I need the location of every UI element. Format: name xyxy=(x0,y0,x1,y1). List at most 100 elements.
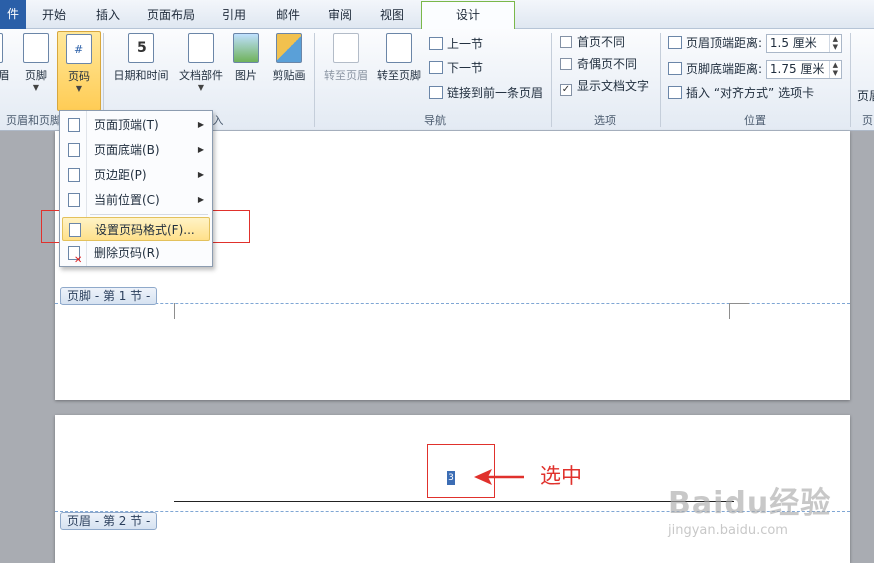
tab-home[interactable]: 开始 xyxy=(32,5,76,29)
footer-distance-icon xyxy=(668,62,682,75)
footer-icon xyxy=(23,33,49,63)
quick-parts-button[interactable]: 文档部件 ▼ xyxy=(175,31,227,111)
group-divider xyxy=(314,33,315,127)
prev-section-button[interactable]: 上一节 xyxy=(429,34,483,54)
tab-mailings[interactable]: 邮件 xyxy=(266,5,310,29)
link-to-previous-button[interactable]: 链接到前一条页眉 xyxy=(429,83,543,103)
group-label-navigation: 导航 xyxy=(424,114,446,127)
first-page-checkbox[interactable]: 首页不同 xyxy=(560,32,625,52)
goto-footer-label: 转至页脚 xyxy=(377,69,421,82)
group-label-options: 选项 xyxy=(594,114,616,127)
footer-button[interactable]: 页脚 ▼ xyxy=(14,31,58,111)
header-icon xyxy=(0,33,3,63)
page-number-button[interactable]: # 页码 ▼ xyxy=(57,31,101,111)
goto-header-button[interactable]: 转至页眉 xyxy=(320,31,372,111)
header-distance-input[interactable]: 1.5 厘米 ▲ ▼ xyxy=(765,34,842,53)
prev-section-icon xyxy=(429,37,443,50)
margin-corner-mark xyxy=(729,303,730,319)
close-header-footer-button-cut[interactable]: 页眉 xyxy=(857,86,874,106)
header-button[interactable]: 眉 xyxy=(0,31,10,111)
goto-header-label: 转至页眉 xyxy=(324,69,368,82)
tab-review[interactable]: 审阅 xyxy=(318,5,362,29)
date-time-label: 日期和时间 xyxy=(113,69,169,82)
menu-item-bottom-of-page[interactable]: 页面底端(B) ▶ xyxy=(62,138,210,162)
menu-item-format-page-numbers[interactable]: 设置页码格式(F)... xyxy=(62,217,210,241)
chevron-down-icon: ▼ xyxy=(32,83,40,92)
clip-art-label: 剪贴画 xyxy=(272,69,306,82)
header-rule-line xyxy=(174,501,734,502)
calendar-icon: 5 xyxy=(128,33,154,63)
group-divider xyxy=(660,33,661,127)
picture-icon xyxy=(233,33,259,63)
margin-corner-mark xyxy=(174,303,175,319)
menu-item-page-margins[interactable]: 页边距(P) ▶ xyxy=(62,163,210,187)
chevron-down-icon: ▼ xyxy=(75,84,83,93)
tab-view[interactable]: 视图 xyxy=(370,5,414,29)
goto-footer-icon xyxy=(386,33,412,63)
group-label-position: 位置 xyxy=(744,114,766,127)
menu-divider xyxy=(90,214,208,215)
chevron-down-icon: ▼ xyxy=(197,83,205,92)
menu-item-remove-page-numbers[interactable]: ✕ 删除页码(R) xyxy=(62,241,210,266)
page-number-label: 页码 xyxy=(68,70,90,83)
quick-parts-label: 文档部件 xyxy=(179,69,223,82)
submenu-arrow-icon: ▶ xyxy=(197,170,204,179)
checkbox-box xyxy=(560,36,572,48)
page-number-dropdown-menu: 页面顶端(T) ▶ 页面底端(B) ▶ 页边距(P) ▶ 当前位置(C) ▶ 设置页码格… xyxy=(59,110,213,267)
quick-parts-icon xyxy=(188,33,214,63)
baidu-logo: Baidu经验 xyxy=(668,486,832,521)
group-divider xyxy=(551,33,552,127)
next-section-button[interactable]: 下一节 xyxy=(429,58,483,78)
group-label-header-footer: 页眉和页脚 xyxy=(6,114,61,127)
red-arrow-icon xyxy=(474,469,524,485)
goto-header-icon xyxy=(333,33,359,63)
remove-page-number-icon: ✕ xyxy=(68,246,82,266)
footer-section-tag: 页脚 - 第 1 节 - xyxy=(60,287,158,305)
submenu-arrow-icon: ▶ xyxy=(197,145,204,154)
insert-align-tab-button[interactable]: 插入 “对齐方式” 选项卡 xyxy=(668,83,814,103)
submenu-arrow-icon: ▶ xyxy=(197,120,204,129)
submenu-arrow-icon: ▶ xyxy=(197,195,204,204)
odd-even-checkbox[interactable]: 奇偶页不同 xyxy=(560,54,637,74)
spinner-arrows-icon[interactable]: ▲ ▼ xyxy=(828,61,841,78)
menu-item-top-of-page[interactable]: 页面顶端(T) ▶ xyxy=(62,113,210,137)
format-page-number-icon xyxy=(69,223,81,237)
tab-insert[interactable]: 插入 xyxy=(86,5,130,29)
header-section-tag: 页眉 - 第 2 节 - xyxy=(60,512,158,530)
page-margin-icon xyxy=(68,168,80,182)
spinner-arrows-icon[interactable]: ▲ ▼ xyxy=(828,35,841,52)
group-label-close-cut: 页 xyxy=(862,114,873,127)
annotation-label: 选中 xyxy=(540,464,582,488)
checkmark-icon: ✓ xyxy=(560,84,572,96)
tab-file[interactable]: 件 xyxy=(0,0,26,29)
clip-art-icon xyxy=(276,33,302,63)
goto-footer-button[interactable]: 转至页脚 xyxy=(374,31,424,111)
align-tab-icon xyxy=(668,86,682,99)
picture-label: 图片 xyxy=(235,69,257,82)
tab-design[interactable]: 设计 xyxy=(421,1,515,29)
header-distance-row: 页眉顶端距离: 1.5 厘米 ▲ ▼ xyxy=(668,33,842,53)
page-bottom-icon xyxy=(68,143,80,157)
tab-page-layout[interactable]: 页面布局 xyxy=(138,5,204,29)
current-position-icon xyxy=(68,193,80,207)
margin-corner-mark xyxy=(729,303,749,304)
clip-art-button[interactable]: 剪贴画 xyxy=(268,31,310,111)
ribbon-tab-bar: 件 开始 插入 页面布局 引用 邮件 审阅 视图 设计 xyxy=(0,0,874,29)
checkbox-box xyxy=(560,58,572,70)
menu-item-current-position[interactable]: 当前位置(C) ▶ xyxy=(62,188,210,212)
date-time-button[interactable]: 5 日期和时间 xyxy=(110,31,172,111)
tab-references[interactable]: 引用 xyxy=(212,5,256,29)
picture-button[interactable]: 图片 xyxy=(228,31,264,111)
footer-label: 页脚 xyxy=(25,69,47,82)
baidu-watermark: Baidu经验 jingyan.baidu.com xyxy=(668,478,831,538)
header-distance-icon xyxy=(668,36,682,49)
page-top-icon xyxy=(68,118,80,132)
footer-distance-input[interactable]: 1.75 厘米 ▲ ▼ xyxy=(765,60,842,79)
link-icon xyxy=(429,86,443,99)
footer-distance-row: 页脚底端距离: 1.75 厘米 ▲ ▼ xyxy=(668,59,842,79)
group-divider xyxy=(850,33,851,127)
show-text-checkbox[interactable]: ✓ 显示文档文字 xyxy=(560,76,649,96)
watermark-url: jingyan.baidu.com xyxy=(668,523,788,538)
page-number-icon: # xyxy=(66,34,92,64)
next-section-icon xyxy=(429,61,443,74)
